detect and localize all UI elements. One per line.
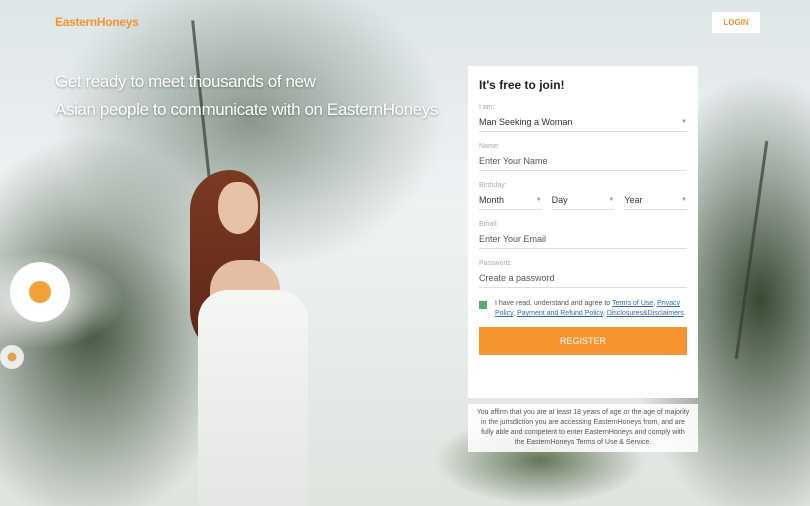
- tree-trunk: [734, 140, 769, 360]
- hero-headline-line-2: Asian people to communicate with on East…: [55, 100, 438, 119]
- year-value: Year: [624, 194, 643, 205]
- daisy-flower: [10, 262, 70, 322]
- login-button[interactable]: LOGIN: [712, 12, 760, 33]
- woman-figure: [170, 170, 330, 506]
- year-select[interactable]: Year ▼: [624, 192, 688, 210]
- chevron-down-icon: ▼: [681, 118, 687, 125]
- terms-of-use-link[interactable]: Terms of Use: [612, 300, 653, 307]
- hero-headline: Get ready to meet thousands of new Asian…: [55, 68, 455, 124]
- day-value: Day: [551, 194, 568, 205]
- month-value: Month: [479, 194, 505, 205]
- password-field: Password:: [479, 260, 687, 288]
- disclosures-link[interactable]: Disclosures&Disclaimers: [607, 310, 684, 317]
- registration-form: It's free to join! I am: Man Seeking a W…: [468, 66, 698, 398]
- chevron-down-icon: ▼: [535, 196, 542, 203]
- email-label: Email:: [479, 221, 499, 228]
- chevron-down-icon: ▼: [681, 196, 688, 203]
- iam-select[interactable]: Man Seeking a Woman ▼: [479, 114, 687, 132]
- register-button[interactable]: REGISTER: [479, 327, 687, 355]
- day-select[interactable]: Day ▼: [551, 192, 615, 210]
- birthday-selects: Month ▼ Day ▼ Year ▼: [479, 192, 688, 210]
- month-select[interactable]: Month ▼: [479, 192, 542, 210]
- daisy-flower: [0, 345, 24, 369]
- agree-checkbox[interactable]: [479, 301, 487, 309]
- iam-label: I am:: [479, 104, 495, 111]
- chevron-down-icon: ▼: [608, 196, 615, 203]
- password-input[interactable]: [479, 270, 687, 288]
- email-field: Email:: [479, 221, 687, 249]
- birthday-field: Birthday: Month ▼ Day ▼ Year ▼: [479, 182, 688, 210]
- form-title: It's free to join!: [479, 78, 565, 92]
- iam-value: Man Seeking a Woman: [479, 116, 573, 127]
- name-input[interactable]: [479, 153, 687, 171]
- site-logo[interactable]: EasternHoneys: [55, 15, 139, 29]
- agree-prefix: I have read, understand and agree to: [495, 300, 611, 307]
- hero-headline-line-1: Get ready to meet thousands of new: [55, 72, 316, 91]
- terms-agreement: I have read, understand and agree to Ter…: [479, 299, 687, 319]
- refund-policy-link[interactable]: Payment and Refund Policy: [517, 310, 603, 317]
- iam-field: I am: Man Seeking a Woman ▼: [479, 104, 687, 132]
- password-label: Password:: [479, 260, 512, 267]
- agree-text: I have read, understand and agree to Ter…: [495, 300, 686, 317]
- email-input[interactable]: [479, 231, 687, 249]
- birthday-label: Birthday:: [479, 182, 507, 189]
- age-disclaimer: You affirm that you are at least 18 year…: [468, 404, 698, 452]
- name-field: Name:: [479, 143, 687, 171]
- name-label: Name:: [479, 143, 500, 150]
